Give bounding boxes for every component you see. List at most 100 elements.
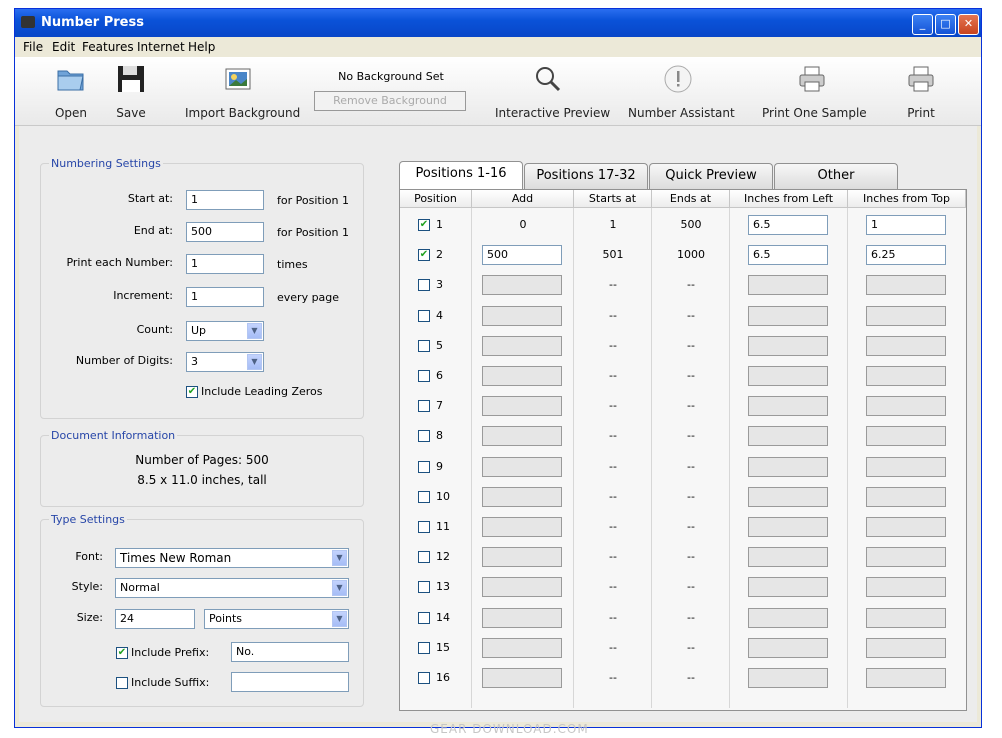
column-header-inches-left: Inches from Left <box>730 190 848 208</box>
save-button[interactable]: Save <box>111 63 151 120</box>
number-assistant-button[interactable]: Number Assistant <box>628 63 735 120</box>
position-enable-checkbox[interactable] <box>418 491 430 503</box>
position-number: 6 <box>436 369 443 382</box>
include-prefix-checkbox[interactable]: ✔ <box>116 647 128 659</box>
position-enable-checkbox[interactable] <box>418 279 430 291</box>
print-button[interactable]: Print <box>901 63 941 120</box>
background-status: No Background Set <box>338 70 444 83</box>
position-enable-checkbox[interactable] <box>418 461 430 473</box>
position-number: 7 <box>436 399 443 412</box>
open-button[interactable]: Open <box>51 63 91 120</box>
position-enable-checkbox[interactable] <box>418 310 430 322</box>
size-input[interactable]: 24 <box>115 609 195 629</box>
add-value <box>482 366 562 386</box>
ends-at-value: -- <box>687 520 695 533</box>
group-title: Numbering Settings <box>49 157 163 170</box>
font-select[interactable]: Times New Roman ▼ <box>115 548 349 568</box>
position-enable-checkbox[interactable] <box>418 370 430 382</box>
tab-other[interactable]: Other <box>774 163 898 189</box>
menu-file[interactable]: File <box>23 40 43 54</box>
interactive-preview-button[interactable]: Interactive Preview <box>495 63 610 120</box>
increment-input[interactable]: 1 <box>186 287 264 307</box>
menu-features[interactable]: Features <box>82 40 134 54</box>
style-select[interactable]: Normal ▼ <box>115 578 349 598</box>
add-value: 0 <box>519 218 527 231</box>
starts-at-value: -- <box>609 339 617 352</box>
include-suffix-label: Include Suffix: <box>131 676 210 689</box>
print-each-label: Print each Number: <box>66 256 173 269</box>
title-bar: Number Press _ □ ✕ <box>15 9 981 37</box>
position-enable-checkbox[interactable] <box>418 551 430 563</box>
position-row: 14 -- -- <box>400 606 966 630</box>
ends-at-value: -- <box>687 460 695 473</box>
starts-at-value: -- <box>609 641 617 654</box>
tab-positions-1-16[interactable]: Positions 1-16 <box>399 161 523 189</box>
count-select[interactable]: Up ▼ <box>186 321 264 341</box>
position-number: 15 <box>436 641 450 654</box>
inches-from-top-input <box>866 275 946 295</box>
maximize-button[interactable]: □ <box>935 14 956 35</box>
tab-quick-preview[interactable]: Quick Preview <box>649 163 773 189</box>
position-enable-checkbox[interactable]: ✔ <box>418 219 430 231</box>
add-value <box>482 336 562 356</box>
inches-from-top-input[interactable]: 1 <box>866 215 946 235</box>
include-suffix-checkbox[interactable] <box>116 677 128 689</box>
inches-from-top-input <box>866 547 946 567</box>
print-each-input[interactable]: 1 <box>186 254 264 274</box>
starts-at-value: -- <box>609 429 617 442</box>
position-enable-checkbox[interactable] <box>418 642 430 654</box>
app-window: Number Press _ □ ✕ File Edit Features In… <box>14 8 982 728</box>
position-number: 9 <box>436 460 443 473</box>
inches-from-top-input[interactable]: 6.25 <box>866 245 946 265</box>
minimize-button[interactable]: _ <box>912 14 933 35</box>
font-label: Font: <box>75 550 103 563</box>
inches-from-left-input[interactable]: 6.5 <box>748 245 828 265</box>
position-enable-checkbox[interactable] <box>418 612 430 624</box>
position-row: ✔ 2 500 501 1000 6.5 6.25 <box>400 243 966 267</box>
position-enable-checkbox[interactable] <box>418 430 430 442</box>
position-row: 11 -- -- <box>400 515 966 539</box>
menu-help[interactable]: Help <box>188 40 215 54</box>
watermark: GEAR DOWNLOAD.COM <box>430 722 589 736</box>
inches-from-left-input[interactable]: 6.5 <box>748 215 828 235</box>
size-unit-select[interactable]: Points ▼ <box>204 609 349 629</box>
add-value[interactable]: 500 <box>482 245 562 265</box>
prefix-input[interactable]: No. <box>231 642 349 662</box>
leading-zeros-checkbox[interactable]: ✔ <box>186 386 198 398</box>
ends-at-value: -- <box>687 580 695 593</box>
suffix-input[interactable] <box>231 672 349 692</box>
position-enable-checkbox[interactable] <box>418 672 430 684</box>
window-title: Number Press <box>41 15 144 30</box>
position-enable-checkbox[interactable]: ✔ <box>418 249 430 261</box>
count-label: Count: <box>136 323 173 336</box>
position-row: 4 -- -- <box>400 304 966 328</box>
page-size: 8.5 x 11.0 inches, tall <box>137 473 267 487</box>
tab-positions-17-32[interactable]: Positions 17-32 <box>524 163 648 189</box>
add-value <box>482 577 562 597</box>
ends-at-value: -- <box>687 399 695 412</box>
inches-from-top-input <box>866 457 946 477</box>
inches-from-left-input <box>748 577 828 597</box>
position-enable-checkbox[interactable] <box>418 400 430 412</box>
remove-background-button[interactable]: Remove Background <box>314 91 466 111</box>
chevron-down-icon: ▼ <box>247 354 262 370</box>
position-number: 4 <box>436 309 443 322</box>
starts-at-value: -- <box>609 460 617 473</box>
inches-from-left-input <box>748 306 828 326</box>
inches-from-top-input <box>866 668 946 688</box>
starts-at-value: -- <box>609 580 617 593</box>
digits-select[interactable]: 3 ▼ <box>186 352 264 372</box>
menu-internet[interactable]: Internet <box>137 40 185 54</box>
import-background-button[interactable]: Import Background <box>185 63 300 120</box>
position-enable-checkbox[interactable] <box>418 581 430 593</box>
position-enable-checkbox[interactable] <box>418 521 430 533</box>
menu-edit[interactable]: Edit <box>52 40 75 54</box>
print-one-sample-button[interactable]: Print One Sample <box>762 63 867 120</box>
position-enable-checkbox[interactable] <box>418 340 430 352</box>
start-input[interactable]: 1 <box>186 190 264 210</box>
position-row: 13 -- -- <box>400 575 966 599</box>
close-button[interactable]: ✕ <box>958 14 979 35</box>
alert-icon <box>664 65 692 93</box>
end-input[interactable]: 500 <box>186 222 264 242</box>
group-title: Type Settings <box>49 513 127 526</box>
